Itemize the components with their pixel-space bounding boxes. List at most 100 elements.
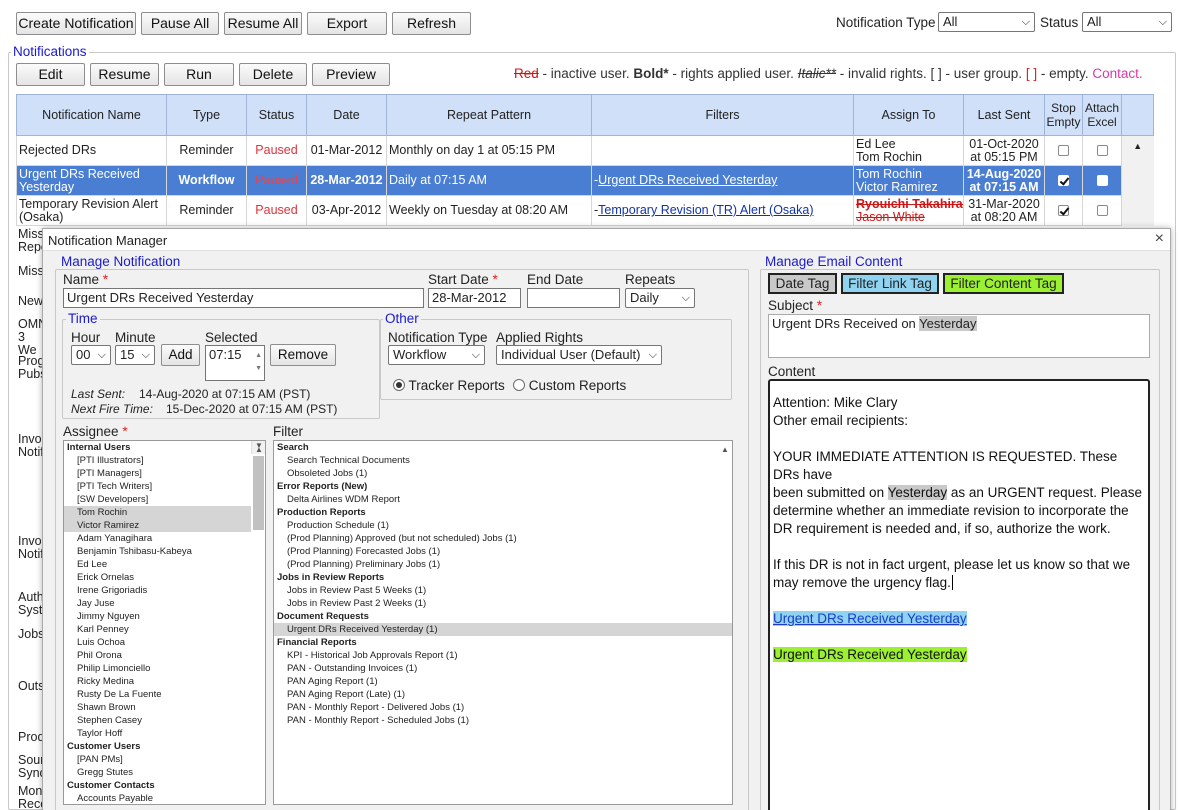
assignee-scrollbar[interactable]: ▲ ▼ [251,441,265,530]
assignee-option[interactable]: Irene Grigoriadis [64,584,251,597]
filter-link[interactable]: Urgent DRs Received Yesterday [598,173,777,187]
assignee-group[interactable]: Customer Contacts [64,779,251,792]
filter-option[interactable]: Delta Airlines WDM Report [274,493,732,506]
assignee-option[interactable]: Ed Lee [64,558,251,571]
delete-button[interactable]: Delete [239,63,307,86]
assignee-option[interactable]: Rusty De La Fuente [64,688,251,701]
stop-empty-checkbox[interactable] [1058,175,1069,187]
filter-group[interactable]: Error Reports (New) [274,480,732,493]
filter-option[interactable]: (Prod Planning) Preliminary Jobs (1) [274,558,732,571]
minute-select[interactable]: 15 ⌵ [115,345,155,365]
scroll-down-icon[interactable]: ▼ [255,441,263,452]
filter-link-tag-button[interactable]: Filter Link Tag [841,273,939,294]
content-editor[interactable]: Attention: Mike Clary Other email recipi… [768,379,1150,810]
col-header[interactable]: Notification Name [16,94,167,136]
add-time-button[interactable]: Add [161,344,200,366]
filter-scrollbar[interactable]: ▲ [718,441,732,454]
filter-group[interactable]: Jobs in Review Reports [274,571,732,584]
col-header[interactable]: Filters [591,94,854,136]
applied-rights-select[interactable]: Individual User (Default) ⌵ [496,345,662,365]
assignee-option[interactable]: Ricky Medina [64,675,251,688]
run-button[interactable]: Run [164,63,234,86]
subject-input[interactable]: Urgent DRs Received on Yesterday [768,314,1150,358]
col-header[interactable]: Assign To [853,94,964,136]
refresh-button[interactable]: Refresh [392,12,471,35]
remove-time-button[interactable]: Remove [270,344,336,366]
filter-option[interactable]: (Prod Planning) Approved (but not schedu… [274,532,732,545]
assignee-option[interactable]: [PTI Managers] [64,467,251,480]
selected-times-list[interactable]: 07:15 ▲ ▼ [205,345,265,381]
table-row[interactable]: Temporary Revision Alert (Osaka) Reminde… [16,195,1154,226]
pause-all-button[interactable]: Pause All [141,12,219,35]
col-header[interactable]: Type [166,94,247,136]
assignee-option[interactable]: [PAN PMs] [64,753,251,766]
assignee-option[interactable]: Karl Penney [64,623,251,636]
tracker-reports-radio[interactable]: Tracker Reports [393,378,505,393]
filter-content-tag-button[interactable]: Filter Content Tag [943,273,1064,294]
date-tag-button[interactable]: Date Tag [768,273,837,294]
filter-group[interactable]: Search [274,441,732,454]
scrollbar-thumb[interactable] [253,456,264,530]
assignee-option[interactable]: Luis Ochoa [64,636,251,649]
table-row[interactable]: Urgent DRs Received Yesterday Workflow P… [16,165,1154,196]
assignee-option[interactable]: Adam Yanagihara [64,532,251,545]
assignee-option[interactable]: Gregg Stutes [64,766,251,779]
notification-type-dialog-select[interactable]: Workflow ⌵ [388,345,485,365]
filter-option[interactable]: Urgent DRs Received Yesterday (1) [274,623,732,636]
attach-excel-checkbox[interactable] [1096,175,1108,187]
edit-button[interactable]: Edit [16,63,85,86]
assignee-option[interactable]: Jimmy Nguyen [64,610,251,623]
export-button[interactable]: Export [307,12,387,35]
assignee-option[interactable]: Shawn Brown [64,701,251,714]
assignee-option[interactable]: Jay Juse [64,597,251,610]
hour-select[interactable]: 00 ⌵ [71,345,111,365]
close-icon[interactable]: × [1155,230,1164,248]
start-date-input[interactable]: 28-Mar-2012 [428,288,521,308]
filter-list[interactable]: Search Search Technical Documents Obsolete… [273,440,733,805]
filter-group[interactable]: Financial Reports [274,636,732,649]
assignee-option[interactable]: Erick Ornelas [64,571,251,584]
filter-option[interactable]: Obsoleted Jobs (1) [274,467,732,480]
filter-link-tag[interactable]: Urgent DRs Received Yesterday [773,611,967,626]
assignee-option[interactable]: [PTI Tech Writers] [64,480,251,493]
filter-option[interactable]: (Prod Planning) Forecasted Jobs (1) [274,545,732,558]
assignee-option[interactable]: Victor Ramirez [64,519,251,532]
name-input[interactable]: Urgent DRs Received Yesterday [63,288,424,308]
scroll-up-icon[interactable]: ▲ [721,443,729,456]
assignee-option[interactable]: [SW Developers] [64,493,251,506]
scroll-down-icon[interactable]: ▼ [255,361,262,377]
custom-reports-radio[interactable]: Custom Reports [513,378,626,393]
create-notification-button[interactable]: Create Notification [16,12,136,35]
filter-option[interactable]: PAN - Monthly Report - Delivered Jobs (1… [274,701,732,714]
col-header[interactable]: Last Sent [963,94,1045,136]
assignee-option[interactable]: Tom Rochin [64,506,251,519]
assignee-option[interactable]: Taylor Hoff [64,727,251,740]
filter-option[interactable]: Jobs in Review Past 5 Weeks (1) [274,584,732,597]
status-select[interactable]: All ⌵ [1082,12,1172,32]
end-date-input[interactable] [527,288,620,308]
filter-option[interactable]: PAN Aging Report (1) [274,675,732,688]
attach-excel-checkbox[interactable] [1096,145,1108,157]
col-header[interactable]: Status [246,94,307,136]
assignee-option[interactable]: [PTI Illustrators] [64,454,251,467]
assignee-list[interactable]: Internal Users [PTI Illustrators] [PTI Man… [63,440,266,805]
preview-button[interactable]: Preview [312,63,390,86]
attach-excel-checkbox[interactable] [1096,205,1108,217]
filter-option[interactable]: PAN Aging Report (Late) (1) [274,688,732,701]
resume-button[interactable]: Resume [90,63,159,86]
filter-option[interactable]: Production Schedule (1) [274,519,732,532]
filter-option[interactable]: PAN - Outstanding Invoices (1) [274,662,732,675]
assignee-option[interactable]: Benjamin Tshibasu-Kabeya [64,545,251,558]
col-header[interactable]: Date [306,94,387,136]
assignee-option[interactable]: Phil Orona [64,649,251,662]
filter-link[interactable]: Temporary Revision (TR) Alert (Osaka) [598,203,813,217]
filter-group[interactable]: Document Requests [274,610,732,623]
stop-empty-checkbox[interactable] [1058,205,1069,217]
assignee-group[interactable]: Customer Users [64,740,251,753]
assignee-option[interactable]: Accounts Payable [64,792,251,804]
notification-type-select[interactable]: All ⌵ [938,12,1035,32]
scroll-up-icon[interactable]: ▲ [1133,141,1142,151]
resume-all-button[interactable]: Resume All [224,12,302,35]
assignee-option[interactable]: Stephen Casey [64,714,251,727]
filter-group[interactable]: Production Reports [274,506,732,519]
